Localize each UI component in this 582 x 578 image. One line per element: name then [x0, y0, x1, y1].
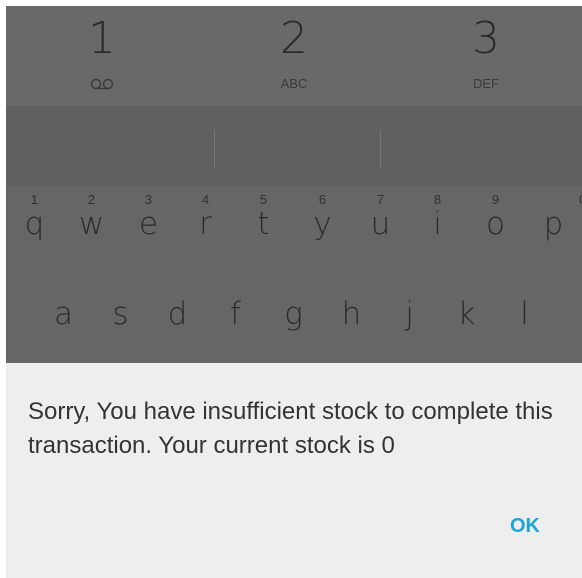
key-h[interactable]: h	[323, 276, 380, 356]
key-letter: a	[54, 296, 73, 332]
suggestion-divider	[214, 130, 215, 168]
key-letter: g	[284, 296, 303, 332]
key-letter: d	[167, 296, 188, 332]
key-letter: p	[543, 206, 564, 242]
key-i[interactable]: 8 i	[409, 186, 466, 266]
ok-button[interactable]: OK	[498, 513, 552, 540]
dial-key-1[interactable]: 1	[6, 6, 198, 106]
dial-key-letters: ABC	[280, 76, 308, 91]
key-e[interactable]: 3 e	[120, 186, 177, 266]
key-l[interactable]: l	[496, 276, 553, 356]
dimmed-keyboard: 1 2 ABC 3 DEF 1 q 2 w 3 e 4 r 5 t 6 y 7 …	[6, 6, 582, 363]
phone-screen: 1 2 ABC 3 DEF 1 q 2 w 3 e 4 r 5 t 6 y 7 …	[6, 6, 582, 578]
suggestion-bar[interactable]	[6, 106, 582, 186]
key-letter: i	[433, 206, 442, 242]
key-o[interactable]: 9 o	[467, 186, 524, 266]
key-a[interactable]: a	[35, 276, 92, 356]
key-letter: h	[341, 296, 362, 332]
key-letter: l	[520, 296, 529, 332]
key-s[interactable]: s	[92, 276, 149, 356]
key-letter: s	[112, 296, 129, 332]
key-letter: f	[230, 296, 241, 332]
dialog-message: Sorry, You have insufficient stock to co…	[28, 398, 553, 459]
dialpad-row: 1 2 ABC 3 DEF	[6, 6, 582, 106]
key-letter: o	[486, 206, 505, 242]
key-k[interactable]: k	[438, 276, 495, 356]
keyboard-row-qwerty: 1 q 2 w 3 e 4 r 5 t 6 y 7 u 8 i 9 o p	[6, 186, 582, 276]
dial-key-number: 1	[88, 13, 116, 64]
key-letter: y	[313, 206, 332, 242]
key-p[interactable]: 0 p	[525, 186, 582, 266]
keyboard-row-asdf: a s d f g h j k l	[6, 276, 582, 363]
key-letter: w	[78, 206, 105, 242]
dial-key-number: 3	[472, 13, 500, 64]
suggestion-divider	[380, 130, 381, 168]
key-g[interactable]: g	[265, 276, 322, 356]
key-letter: r	[199, 206, 212, 242]
key-u[interactable]: 7 u	[352, 186, 409, 266]
key-letter: u	[370, 206, 391, 242]
alert-dialog: Sorry, You have insufficient stock to co…	[6, 363, 582, 578]
key-letter: j	[405, 296, 414, 332]
key-r[interactable]: 4 r	[177, 186, 234, 266]
key-letter: q	[24, 206, 45, 242]
key-w[interactable]: 2 w	[63, 186, 120, 266]
key-y[interactable]: 6 y	[294, 186, 351, 266]
dial-key-number: 2	[280, 13, 308, 64]
dial-key-letters: DEF	[473, 76, 499, 91]
key-letter: k	[457, 296, 476, 332]
dial-key-3[interactable]: 3 DEF	[390, 6, 582, 106]
key-t[interactable]: 5 t	[235, 186, 292, 266]
key-letter: t	[257, 206, 270, 242]
key-d[interactable]: d	[149, 276, 206, 356]
key-f[interactable]: f	[207, 276, 264, 356]
key-letter: e	[138, 206, 159, 242]
dial-key-2[interactable]: 2 ABC	[198, 6, 390, 106]
key-q[interactable]: 1 q	[6, 186, 63, 266]
key-j[interactable]: j	[381, 276, 438, 356]
voicemail-icon	[90, 78, 114, 90]
